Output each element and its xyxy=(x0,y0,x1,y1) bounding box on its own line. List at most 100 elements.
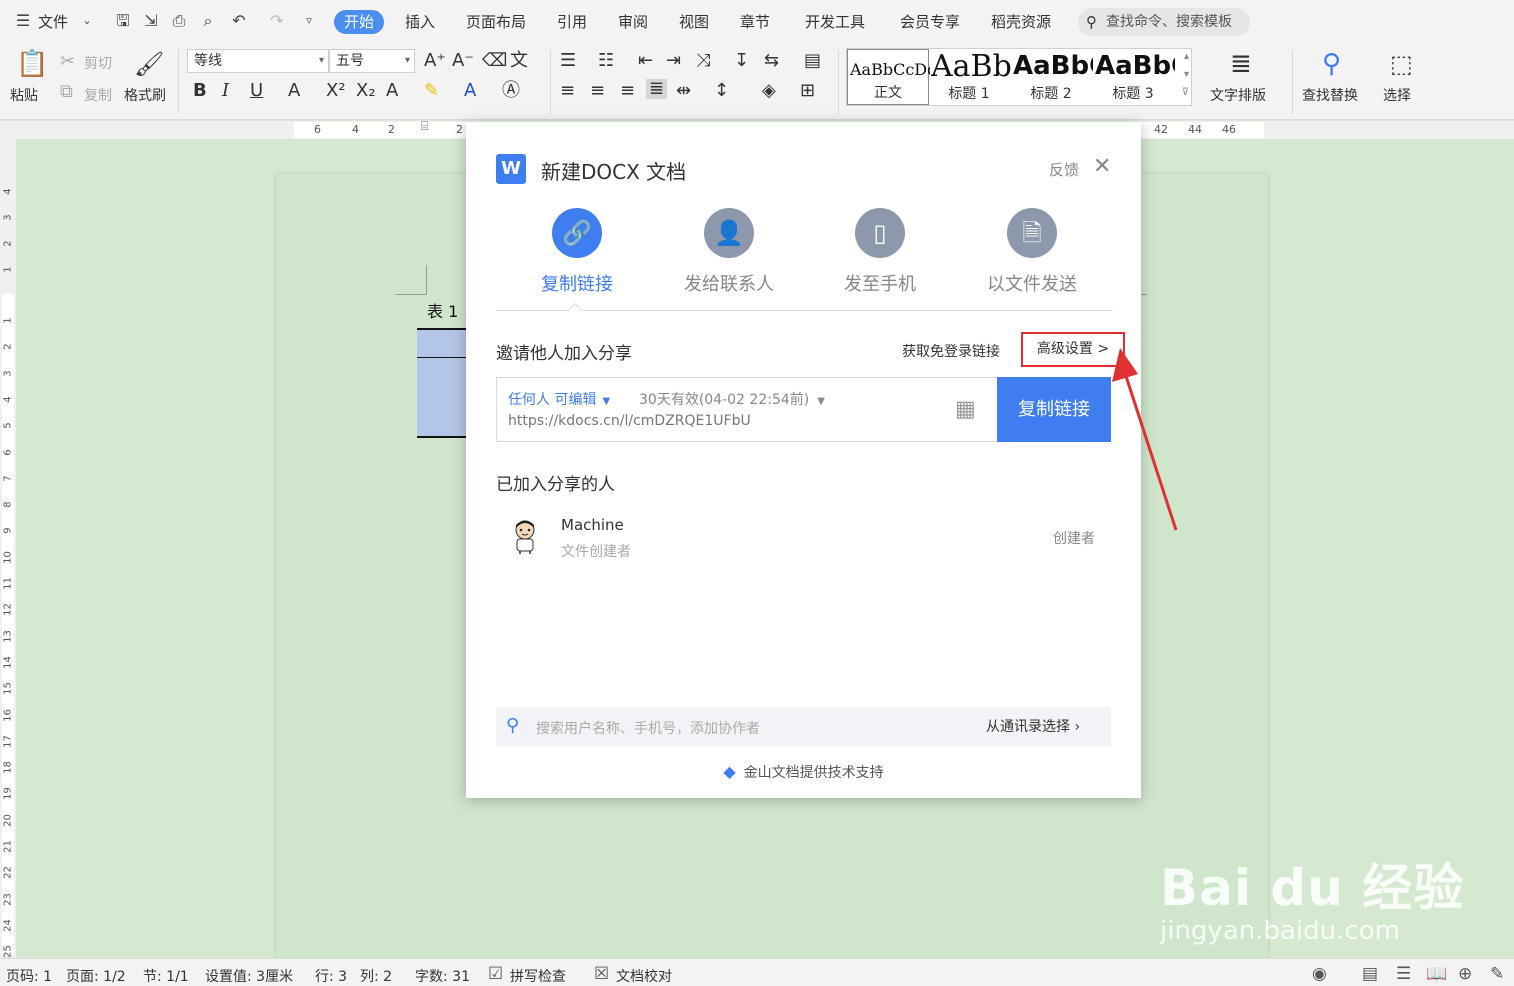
select-cursor-icon[interactable]: ⬚ xyxy=(1390,50,1413,78)
borders-icon[interactable]: ⊞ xyxy=(800,81,815,101)
save-icon[interactable]: 🖫 xyxy=(114,12,132,30)
tab-start[interactable]: 开始 xyxy=(334,10,385,34)
superscript-icon[interactable]: X² xyxy=(326,81,346,101)
tab-page-layout[interactable]: 页面布局 xyxy=(466,10,526,34)
write-mode-icon[interactable]: ✎ xyxy=(1490,964,1504,984)
style-heading-3[interactable]: AaBbC 标题 3 xyxy=(1093,49,1175,105)
distributed-icon[interactable]: ⇹ xyxy=(676,81,691,101)
outline-view-icon[interactable]: ☰ xyxy=(1396,964,1411,984)
web-view-icon[interactable]: ⊕ xyxy=(1458,964,1472,984)
grow-font-icon[interactable]: A⁺ xyxy=(424,51,446,71)
share-url[interactable]: https://kdocs.cn/l/cmDZRQE1UFbU xyxy=(508,413,751,429)
clear-format-icon[interactable]: ⌫ xyxy=(482,51,507,71)
feedback-link[interactable]: 反馈 xyxy=(1049,159,1079,180)
decrease-indent-icon[interactable]: ⇤ xyxy=(638,51,653,71)
status-page-number[interactable]: 页码: 1 xyxy=(6,966,52,986)
underline-icon[interactable]: U xyxy=(250,81,263,101)
gallery-more-icon[interactable]: ⊽ xyxy=(1182,87,1189,98)
gallery-scroll-down-icon[interactable]: ▾ xyxy=(1184,69,1189,80)
style-heading-2[interactable]: AaBbC 标题 2 xyxy=(1011,49,1093,105)
font-size-select[interactable]: 五号 ▾ xyxy=(329,49,415,73)
tab-send-to-phone[interactable]: ▯ 发至手机 xyxy=(810,208,950,296)
shrink-font-icon[interactable]: A⁻ xyxy=(452,51,474,71)
text-layout-icon[interactable]: ≣ xyxy=(1230,50,1252,78)
copy-link-button[interactable]: 复制链接 xyxy=(997,377,1111,442)
file-menu[interactable]: 文件 xyxy=(38,10,68,34)
paste-button[interactable]: 粘贴 xyxy=(10,85,38,105)
reading-view-icon[interactable]: 📖 xyxy=(1426,964,1447,984)
undo-icon[interactable]: ↶ xyxy=(230,12,248,30)
find-icon[interactable]: ⚲ xyxy=(1322,50,1341,78)
bold-icon[interactable]: B xyxy=(193,81,207,101)
print-preview-icon[interactable]: ⌕ xyxy=(199,12,217,30)
tab-docer-resources[interactable]: 稻壳资源 xyxy=(991,10,1051,34)
tab-chapter[interactable]: 章节 xyxy=(740,10,770,34)
qr-code-icon[interactable]: ▦ xyxy=(955,399,976,421)
chinese-layout-icon[interactable]: ⤨ xyxy=(696,51,710,71)
command-search-box[interactable]: ⚲ 查找命令、搜索模板 xyxy=(1078,8,1250,36)
tab-send-as-file[interactable]: 🗎 以文件发送 xyxy=(962,208,1102,296)
eye-protection-icon[interactable]: ◉ xyxy=(1312,964,1327,984)
line-spacing-icon[interactable]: ↕ xyxy=(714,81,729,101)
align-right-icon[interactable]: ≡ xyxy=(620,81,635,101)
numbered-list-icon[interactable]: ☷ xyxy=(598,51,614,71)
status-column[interactable]: 列: 2 xyxy=(360,966,392,986)
shading-icon[interactable]: ◈ xyxy=(762,81,776,101)
bullet-list-icon[interactable]: ☰ xyxy=(560,51,576,71)
font-name-select[interactable]: 等线 ▾ xyxy=(187,49,329,73)
customize-toolbar-icon[interactable]: ▿ xyxy=(300,12,318,30)
char-border-icon[interactable]: Ⓐ xyxy=(502,81,520,101)
status-row[interactable]: 行: 3 xyxy=(315,966,347,986)
tab-send-to-contact[interactable]: 👤 发给联系人 xyxy=(659,208,799,296)
indent-marker-icon[interactable]: ⌸ xyxy=(421,119,428,134)
sort-icon[interactable]: ↧ xyxy=(734,51,749,71)
cut-button[interactable]: 剪切 xyxy=(84,53,112,73)
close-icon[interactable]: ✕ xyxy=(1093,156,1111,178)
collaborator-search-input[interactable]: ⚲ 搜索用户名称、手机号，添加协作者 从通讯录选择 › xyxy=(496,707,1111,747)
format-painter-button[interactable]: 格式刷 xyxy=(124,85,166,105)
redo-icon[interactable]: ↷ xyxy=(268,12,286,30)
subscript-icon[interactable]: X₂ xyxy=(356,81,376,101)
strikethrough-icon[interactable]: A xyxy=(288,81,300,101)
spell-check-button[interactable]: 拼写检查 xyxy=(510,966,566,986)
status-pages[interactable]: 页面: 1/2 xyxy=(66,966,126,986)
hamburger-menu-icon[interactable]: ☰ xyxy=(14,12,32,30)
tab-view[interactable]: 视图 xyxy=(679,10,709,34)
font-color-icon[interactable]: A xyxy=(464,81,476,101)
tab-review[interactable]: 审阅 xyxy=(618,10,648,34)
gallery-scroll-up-icon[interactable]: ▴ xyxy=(1184,51,1189,62)
find-replace-button[interactable]: 查找替换 xyxy=(1302,85,1358,105)
align-center-icon[interactable]: ≡ xyxy=(590,81,605,101)
proofread-button[interactable]: 文档校对 xyxy=(616,966,672,986)
tab-developer[interactable]: 开发工具 xyxy=(805,10,865,34)
tab-insert[interactable]: 插入 xyxy=(405,10,435,34)
status-position[interactable]: 设置值: 3厘米 xyxy=(205,966,293,986)
highlight-icon[interactable]: ✎ xyxy=(424,81,439,101)
text-layout-button[interactable]: 文字排版 xyxy=(1210,85,1266,105)
paste-icon[interactable]: 📋 xyxy=(16,50,48,78)
text-effect-icon[interactable]: A xyxy=(386,81,398,101)
page-view-icon[interactable]: ▤ xyxy=(1362,964,1378,984)
tab-references[interactable]: 引用 xyxy=(557,10,587,34)
style-normal[interactable]: AaBbCcDd 正文 xyxy=(847,49,930,105)
table-layout-icon[interactable]: ▤ xyxy=(804,51,821,71)
increase-indent-icon[interactable]: ⇥ xyxy=(666,51,681,71)
choose-from-contacts-link[interactable]: 从通讯录选择 › xyxy=(986,716,1080,736)
align-left-icon[interactable]: ≡ xyxy=(560,81,575,101)
print-icon[interactable]: ⎙ xyxy=(170,12,188,30)
italic-icon[interactable]: I xyxy=(222,81,229,101)
free-login-link[interactable]: 获取免登录链接 xyxy=(902,341,1000,361)
format-painter-icon[interactable]: 🖌 xyxy=(134,50,164,78)
copy-button[interactable]: 复制 xyxy=(84,85,112,105)
validity-dropdown[interactable]: 30天有效(04-02 22:54前) ▼ xyxy=(639,389,825,409)
chevron-down-icon[interactable]: ⌄ xyxy=(78,12,96,30)
status-word-count[interactable]: 字数: 31 xyxy=(415,966,470,986)
justify-icon[interactable]: ≣ xyxy=(646,79,668,99)
tab-member[interactable]: 会员专享 xyxy=(900,10,960,34)
style-heading-1[interactable]: AaBb 标题 1 xyxy=(929,49,1011,105)
tab-copy-link[interactable]: 🔗 复制链接 xyxy=(507,208,647,296)
export-icon[interactable]: ⇲ xyxy=(142,12,160,30)
select-button[interactable]: 选择 xyxy=(1383,85,1411,105)
status-section[interactable]: 节: 1/1 xyxy=(143,966,189,986)
permission-dropdown[interactable]: 任何人 可编辑 ▼ xyxy=(508,389,610,409)
